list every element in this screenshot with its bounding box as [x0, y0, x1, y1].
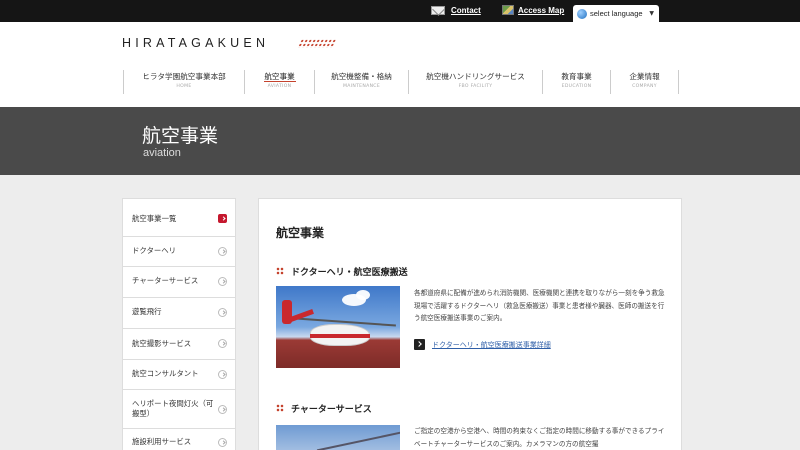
contact-link[interactable]: Contact — [451, 6, 481, 15]
sidebar-item-charter[interactable]: チャーターサービス — [123, 267, 235, 298]
nav-item-sublabel: MAINTENANCE — [342, 84, 381, 89]
sidebar-item-label: 航空コンサルタント — [132, 369, 199, 378]
content-title: 航空事業 — [276, 226, 325, 240]
sidebar-item-label: ドクターヘリ — [132, 246, 177, 255]
top-bar: Contact Access Map select language ▼ — [0, 0, 800, 22]
nav-item-maintenance[interactable]: 航空機整備・格納 MAINTENANCE — [314, 70, 408, 94]
sidebar-item-facility[interactable]: 施設利用サービス — [123, 429, 235, 450]
detail-link-text[interactable]: ドクターヘリ・航空医療搬送事業詳細 — [432, 340, 551, 350]
arrow-right-icon — [218, 247, 227, 256]
caret-down-icon: ▼ — [649, 10, 654, 17]
sidebar-item-heliport-lighting[interactable]: ヘリポート夜間灯火（可搬型） — [123, 390, 235, 429]
arrow-right-icon — [218, 214, 227, 223]
section-description: 各都道府県に配備が進められ消防機関、医療機関と連携を取りながら一刻を争う救急現場… — [414, 289, 665, 322]
content-panel: 航空事業 ドクターヘリ・航空医療搬送 各都道府県に配備が進められ消防機関、医療機… — [258, 198, 682, 450]
sidebar-item-sightseeing[interactable]: 遊覧飛行 — [123, 298, 235, 329]
nav-item-sublabel: EDUCATION — [561, 84, 592, 89]
nav-item-label: 教育事業 — [561, 72, 592, 81]
map-icon[interactable] — [502, 5, 514, 15]
nav-item-label: 航空機ハンドリングサービス — [426, 72, 525, 81]
sidebar-item-aerial-photo[interactable]: 航空撮影サービス — [123, 329, 235, 360]
page-subtitle: aviation — [143, 147, 181, 159]
sidebar-item-label: 遊覧飛行 — [132, 307, 162, 316]
logo-dots-icon — [296, 39, 338, 48]
sidebar-item-label: 施設利用サービス — [132, 437, 192, 446]
nav-item-education[interactable]: 教育事業 EDUCATION — [542, 70, 610, 94]
sidebar-item-label: 航空事業一覧 — [132, 214, 177, 223]
heli-stripe — [310, 334, 370, 338]
nav-item-sublabel: COMPANY — [632, 84, 657, 89]
doctor-heli-photo — [276, 286, 400, 368]
nav-item-company[interactable]: 企業情報 COMPANY — [610, 70, 679, 94]
language-select[interactable]: select language ▼ — [573, 5, 659, 22]
arrow-right-icon — [218, 370, 227, 379]
sidebar-item-overview[interactable]: 航空事業一覧 — [123, 199, 235, 237]
arrow-right-icon — [218, 339, 227, 348]
site-logo[interactable]: HIRATAGAKUEN — [122, 36, 269, 50]
dots-square-icon — [276, 404, 284, 412]
arrow-right-icon — [218, 277, 227, 286]
arrow-right-icon — [218, 308, 227, 317]
rotor-blade — [316, 428, 400, 450]
nav-item-sublabel: FBO FACILITY — [458, 84, 493, 89]
sidebar-item-label: 航空撮影サービス — [132, 339, 192, 348]
section-heading-text: チャーターサービス — [291, 405, 372, 415]
sidebar: 航空事業一覧 ドクターヘリ チャーターサービス 遊覧飛行 航空撮影サービス 航空… — [122, 198, 236, 450]
language-select-label: select language — [590, 9, 643, 18]
access-map-link[interactable]: Access Map — [518, 6, 564, 15]
page-title: 航空事業 — [142, 125, 219, 147]
nav-item-sublabel: HOME — [176, 84, 192, 89]
nav-active-underline — [263, 81, 296, 82]
section-heading-charter: チャーターサービス — [276, 402, 372, 415]
arrow-right-icon — [218, 438, 227, 447]
sidebar-item-label: ヘリポート夜間灯火（可搬型） — [132, 399, 214, 418]
nav-item-label: 航空機整備・格納 — [331, 72, 392, 81]
globe-icon — [577, 9, 587, 19]
charter-photo — [276, 425, 400, 450]
section-description: ご指定の空港から空港へ、時間の拘束なくご指定の時間に移動する事ができるプライベー… — [414, 427, 665, 448]
nav-item-fbo[interactable]: 航空機ハンドリングサービス FBO FACILITY — [408, 70, 542, 94]
cloud — [356, 290, 370, 300]
nav-item-label: ヒラタ学園航空事業本部 — [142, 72, 226, 81]
section-heading-text: ドクターヘリ・航空医療搬送 — [291, 268, 408, 278]
sidebar-item-doctor-heli[interactable]: ドクターヘリ — [123, 237, 235, 267]
arrow-right-icon — [414, 339, 425, 350]
nav-item-aviation[interactable]: 航空事業 AVIATION — [244, 70, 314, 94]
page-banner: 航空事業 aviation — [0, 107, 800, 175]
sidebar-item-label: チャーターサービス — [132, 276, 199, 285]
dots-square-icon — [276, 267, 284, 275]
arrow-right-icon — [218, 405, 227, 414]
mail-icon[interactable] — [431, 6, 445, 15]
section-heading-doctor-heli: ドクターヘリ・航空医療搬送 — [276, 265, 408, 278]
nav-item-home[interactable]: ヒラタ学園航空事業本部 HOME — [123, 70, 244, 94]
sidebar-item-consultant[interactable]: 航空コンサルタント — [123, 360, 235, 390]
nav-item-label: 企業情報 — [629, 72, 660, 81]
nav-item-sublabel: AVIATION — [267, 84, 292, 89]
site-header: HIRATAGAKUEN ヒラタ学園航空事業本部 HOME 航空事業 AVIAT… — [0, 22, 800, 107]
